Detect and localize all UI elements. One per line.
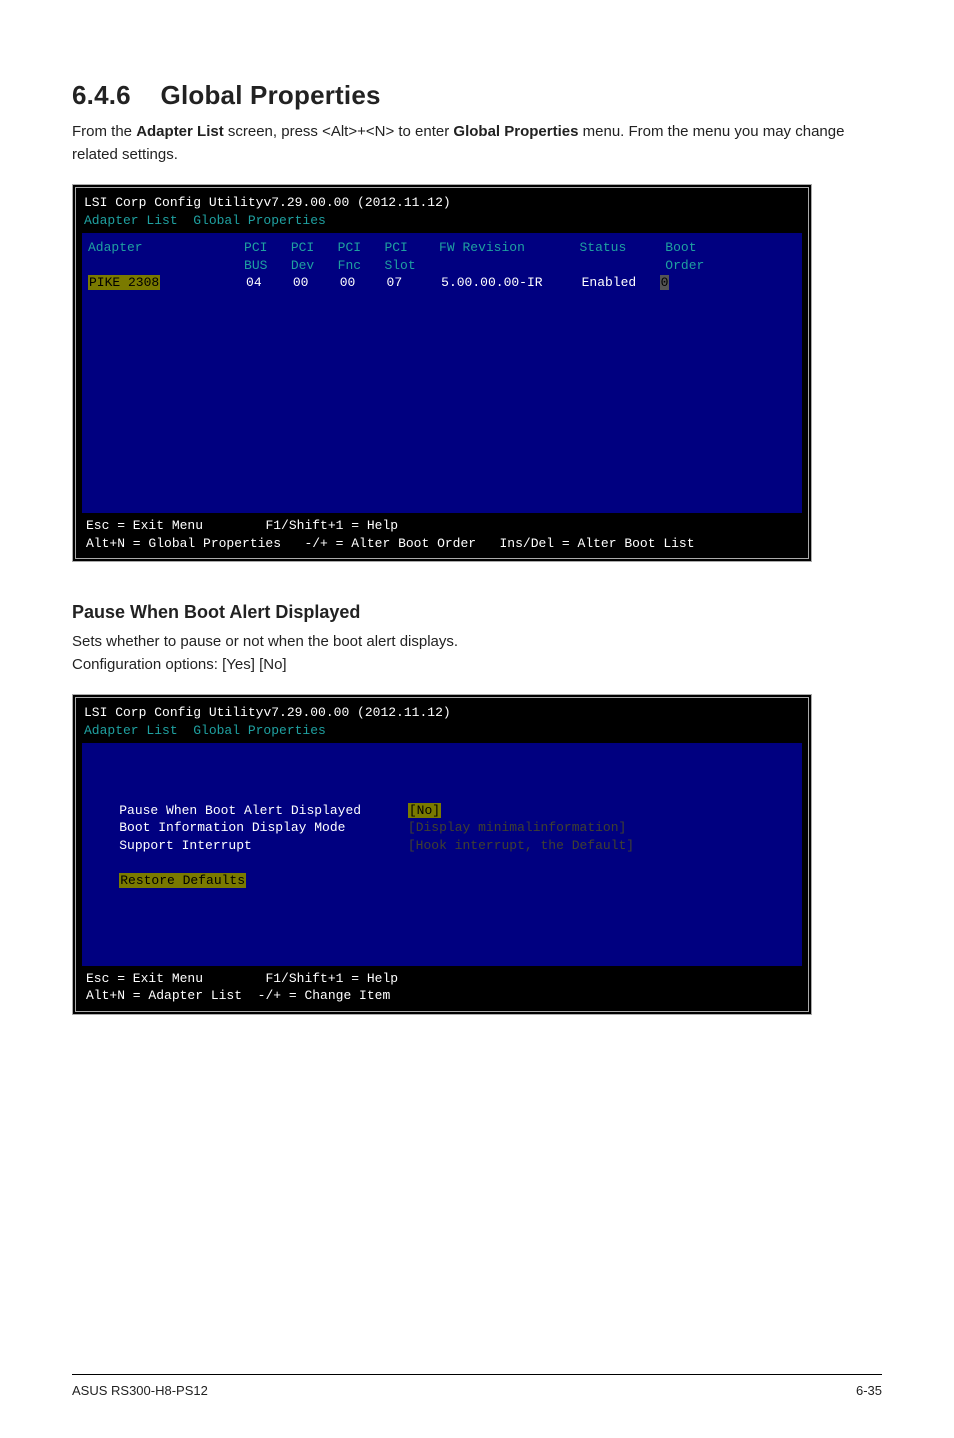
bios2-version: v7.29.00.00 (2012.11.12) bbox=[263, 704, 450, 722]
row-adapter-name: PIKE 2308 bbox=[88, 275, 160, 290]
intro-mid: screen, press <Alt>+<N> to enter bbox=[224, 123, 454, 140]
bios1-footer: Esc = Exit Menu F1/Shift+1 = Help Alt+N … bbox=[82, 513, 802, 554]
bios1-footer-alter: -/+ = Alter Boot Order bbox=[304, 536, 476, 551]
val-support-int: [Hook interrupt, the Default] bbox=[408, 838, 634, 853]
bios1-body: Adapter PCI PCI PCI PCI FW Revision Stat… bbox=[82, 233, 802, 513]
row-status: Enabled bbox=[582, 275, 637, 290]
subsection-heading: Pause When Boot Alert Displayed bbox=[72, 602, 882, 623]
intro-paragraph: From the Adapter List screen, press <Alt… bbox=[72, 121, 882, 166]
row-fw: 5.00.00.00-IR bbox=[441, 275, 542, 290]
bios1-util-name: LSI Corp Config Utility bbox=[84, 194, 263, 212]
row-bus: 04 bbox=[246, 275, 262, 290]
intro-bold-2: Global Properties bbox=[453, 123, 578, 140]
sub-desc1: Sets whether to pause or not when the bo… bbox=[72, 633, 458, 650]
section-number: 6.4.6 bbox=[72, 80, 131, 110]
bios1-footer-insdel: Ins/Del = Alter Boot List bbox=[500, 536, 695, 551]
bios2-footer-altn: Alt+N = Adapter List bbox=[86, 988, 242, 1003]
bios1-footer-esc: Esc = Exit Menu bbox=[86, 518, 203, 533]
subsection-desc: Sets whether to pause or not when the bo… bbox=[72, 631, 882, 676]
col-adapter: Adapter PCI PCI PCI PCI FW Revision Stat… bbox=[88, 240, 704, 273]
bios2-footer-help: F1/Shift+1 = Help bbox=[265, 971, 398, 986]
bios1-footer-help: F1/Shift+1 = Help bbox=[265, 518, 398, 533]
row-boot-order: 0 bbox=[660, 275, 670, 290]
section-heading: 6.4.6 Global Properties bbox=[72, 80, 882, 111]
bios2-footer-esc: Esc = Exit Menu bbox=[86, 971, 203, 986]
row-slot: 07 bbox=[387, 275, 403, 290]
row-fnc: 00 bbox=[340, 275, 356, 290]
intro-bold-1: Adapter List bbox=[136, 123, 224, 140]
footer-product: ASUS RS300-H8-PS12 bbox=[72, 1383, 208, 1398]
bios-screenshot-global-properties: LSI Corp Config Utility v7.29.00.00 (201… bbox=[72, 694, 812, 1015]
val-boot-info: [Display minimalinformation] bbox=[408, 820, 626, 835]
bios1-titlebar: LSI Corp Config Utility v7.29.00.00 (201… bbox=[82, 192, 802, 212]
bios1-footer-altn: Alt+N = Global Properties bbox=[86, 536, 281, 551]
bios2-tabs: Adapter List Global Properties bbox=[82, 722, 802, 744]
bios2-body: Pause When Boot Alert Displayed [No] Boo… bbox=[82, 743, 802, 966]
val-pause: [No] bbox=[408, 803, 441, 818]
bios2-footer: Esc = Exit Menu F1/Shift+1 = Help Alt+N … bbox=[82, 966, 802, 1007]
opt-restore-defaults: Restore Defaults bbox=[119, 873, 246, 888]
bios1-tabs: Adapter List Global Properties bbox=[82, 212, 802, 234]
bios2-util-name: LSI Corp Config Utility bbox=[84, 704, 263, 722]
sub-desc2: Configuration options: [Yes] [No] bbox=[72, 656, 287, 673]
bios1-version: v7.29.00.00 (2012.11.12) bbox=[263, 194, 450, 212]
footer-page-number: 6-35 bbox=[856, 1383, 882, 1398]
opt-support-int: Support Interrupt bbox=[119, 838, 252, 853]
bios2-footer-change: -/+ = Change Item bbox=[258, 988, 391, 1003]
intro-pre: From the bbox=[72, 123, 136, 140]
section-title-text: Global Properties bbox=[161, 80, 381, 110]
opt-pause: Pause When Boot Alert Displayed bbox=[119, 803, 361, 818]
opt-boot-info: Boot Information Display Mode bbox=[119, 820, 345, 835]
page-footer: ASUS RS300-H8-PS12 6-35 bbox=[72, 1374, 882, 1398]
row-dev: 00 bbox=[293, 275, 309, 290]
bios-screenshot-adapter-list: LSI Corp Config Utility v7.29.00.00 (201… bbox=[72, 184, 812, 562]
bios2-titlebar: LSI Corp Config Utility v7.29.00.00 (201… bbox=[82, 702, 802, 722]
